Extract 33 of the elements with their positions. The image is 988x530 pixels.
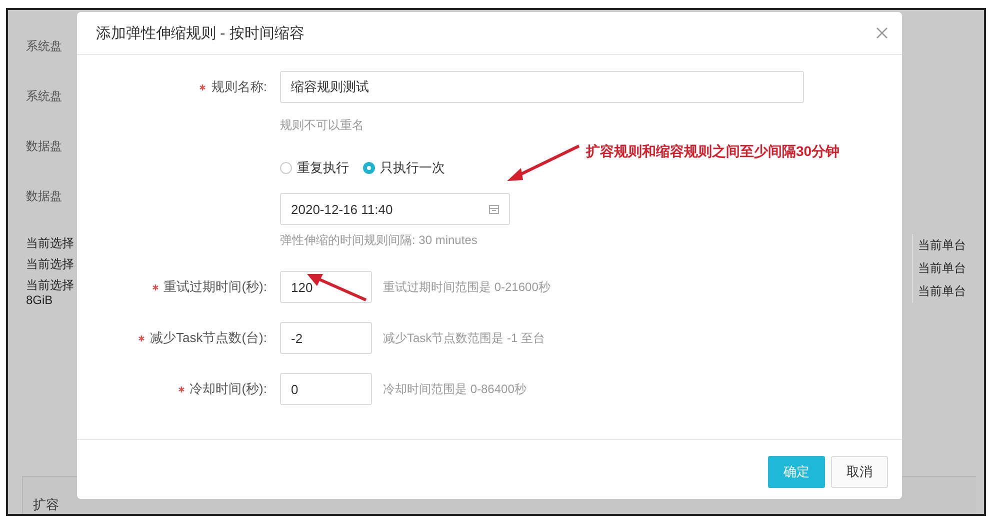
summary-text: 当前单台 bbox=[912, 280, 978, 303]
close-icon[interactable] bbox=[876, 27, 888, 39]
field-label: 重试过期时间(秒): bbox=[164, 278, 267, 296]
cancel-button[interactable]: 取消 bbox=[831, 456, 888, 488]
field-label: 冷却时间(秒): bbox=[190, 380, 267, 398]
summary-text: 当前选择 bbox=[26, 256, 75, 273]
name-input[interactable]: 缩容规则测试 bbox=[280, 71, 804, 103]
annotation-text: 扩容规则和缩容规则之间至少间隔30分钟 bbox=[586, 143, 840, 161]
number-input[interactable]: -2 bbox=[280, 322, 372, 354]
field-note: 冷却时间范围是 0-86400秒 bbox=[383, 380, 526, 398]
date-field[interactable]: 2020-12-16 11:40 bbox=[280, 193, 510, 225]
summary-text: 当前单台 bbox=[912, 257, 978, 280]
field-note: 减少Task节点数范围是 -1 至台 bbox=[383, 330, 546, 346]
number-input[interactable]: 120 bbox=[280, 271, 372, 303]
form-label: 系统盘 bbox=[26, 88, 63, 105]
summary-text: 当前选择 bbox=[26, 277, 75, 294]
section-title: 扩容 bbox=[33, 497, 59, 512]
number-input[interactable]: 0 bbox=[280, 373, 372, 405]
field-note: 重试过期时间范围是 0-21600秒 bbox=[383, 278, 550, 296]
radio-option[interactable]: 只执行一次 bbox=[363, 159, 445, 177]
form-label: 系统盘 bbox=[26, 38, 63, 55]
dialog-title: 添加弹性伸缩规则 - 按时间缩容 bbox=[96, 24, 304, 42]
field-hint: 弹性伸缩的时间规则间隔: 30 minutes bbox=[280, 232, 478, 249]
summary-text: 8GiB bbox=[26, 293, 54, 307]
summary-text: 当前选择 bbox=[26, 235, 75, 252]
field-hint: 规则不可以重名 bbox=[280, 117, 365, 134]
radio-option[interactable]: 重复执行 bbox=[280, 159, 349, 177]
calendar-icon[interactable] bbox=[489, 204, 499, 214]
form-label: 数据盘 bbox=[26, 188, 63, 205]
form-label: 数据盘 bbox=[26, 138, 63, 155]
field-label: 减少Task节点数(台): bbox=[150, 329, 267, 347]
field-label: 规则名称: bbox=[211, 78, 267, 96]
summary-text: 当前单台 bbox=[912, 234, 978, 257]
